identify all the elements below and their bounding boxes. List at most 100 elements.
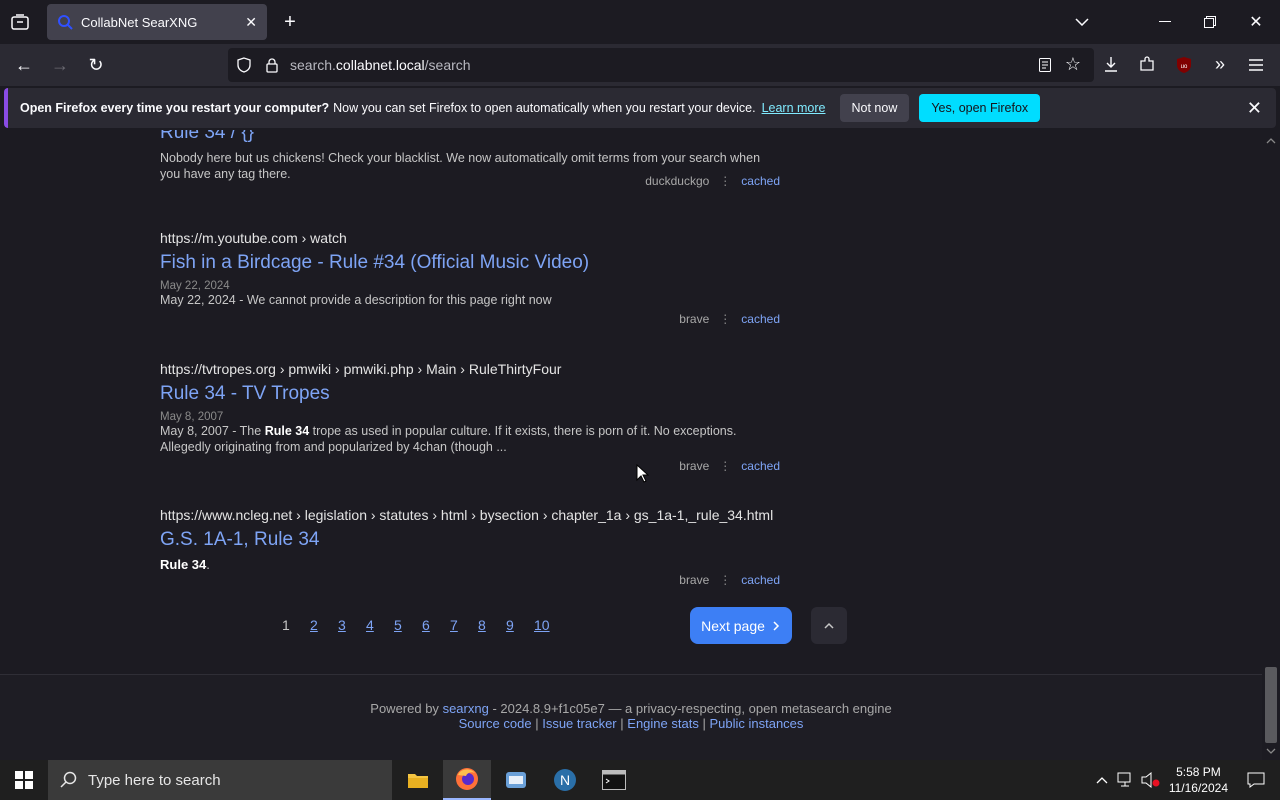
search-icon: [60, 771, 77, 788]
cached-link[interactable]: cached: [741, 573, 780, 587]
result-meta: brave ⋮ cached: [679, 573, 780, 587]
folder-icon: [408, 774, 428, 788]
file-explorer-app[interactable]: [394, 760, 442, 800]
powered-by-text: Powered by: [370, 701, 439, 716]
taskbar-clock[interactable]: 5:58 PM 11/16/2024: [1169, 764, 1228, 796]
network-status[interactable]: [1114, 760, 1138, 800]
result-item: https://m.youtube.com › watch Fish in a …: [160, 230, 780, 330]
result-title[interactable]: Rule 34 - TV Tropes: [160, 383, 780, 405]
url-bar[interactable]: search. collabnet.local/search: [228, 48, 1094, 82]
page-link[interactable]: 3: [338, 617, 366, 633]
taskbar-search-placeholder: Type here to search: [88, 771, 221, 789]
dots-icon: ⋮: [719, 573, 732, 587]
result-date: May 8, 2007: [160, 411, 224, 423]
reader-view-icon[interactable]: [1036, 56, 1054, 74]
result-url[interactable]: https://m.youtube.com › watch: [160, 230, 780, 246]
result-item: https://www.ncleg.net › legislation › st…: [160, 507, 780, 597]
yes-open-firefox-button[interactable]: Yes, open Firefox: [919, 94, 1041, 122]
terminal-app[interactable]: [590, 760, 638, 800]
result-engine: duckduckgo: [645, 174, 710, 188]
back-icon[interactable]: ←: [14, 55, 34, 75]
network-tool-app[interactable]: [492, 760, 540, 800]
notification-close-icon[interactable]: ✕: [1247, 98, 1262, 119]
page-link[interactable]: 4: [366, 617, 394, 633]
next-page-button[interactable]: Next page: [690, 607, 792, 644]
list-all-tabs-icon[interactable]: [1072, 12, 1092, 32]
url-host: collabnet.local: [335, 57, 425, 73]
not-now-button[interactable]: Not now: [839, 94, 910, 122]
navigation-toolbar: ← → ↻ search. collabnet.local/search ☆ uo…: [0, 44, 1280, 86]
page-link[interactable]: 5: [394, 617, 422, 633]
ublock-icon[interactable]: uo: [1174, 55, 1194, 75]
chevron-right-icon: [773, 620, 779, 631]
page-scrollbar[interactable]: [1262, 130, 1280, 760]
result-title[interactable]: G.S. 1A-1, Rule 34: [160, 529, 780, 551]
taskbar-search[interactable]: Type here to search: [48, 760, 392, 800]
start-button[interactable]: [0, 760, 48, 800]
result-description: Rule 34.: [160, 557, 210, 572]
downloads-icon[interactable]: [1102, 55, 1120, 73]
extensions-icon[interactable]: [1138, 55, 1156, 73]
scroll-down-icon[interactable]: [1262, 746, 1280, 756]
back-to-top-button[interactable]: [811, 607, 847, 644]
default-browser-notification: Open Firefox every time you restart your…: [4, 88, 1276, 128]
mouse-cursor-icon: [636, 464, 650, 483]
firefox-app[interactable]: [443, 760, 491, 800]
clock-date: 11/16/2024: [1168, 781, 1228, 795]
terminal-icon: [602, 770, 626, 790]
page-link[interactable]: 10: [534, 617, 562, 633]
show-hidden-icons[interactable]: [1090, 760, 1114, 800]
engine-stats-link[interactable]: Engine stats: [627, 716, 699, 731]
cached-link[interactable]: cached: [741, 174, 780, 188]
bookmark-star-icon[interactable]: ☆: [1063, 54, 1083, 74]
page-link[interactable]: 7: [450, 617, 478, 633]
result-url[interactable]: https://tvtropes.org › pmwiki › pmwiki.p…: [160, 361, 780, 377]
new-tab-icon[interactable]: +: [280, 11, 300, 33]
result-title[interactable]: Rule 34 / {}: [160, 130, 780, 144]
searxng-link[interactable]: searxng: [443, 701, 489, 716]
restore-icon[interactable]: [1200, 12, 1220, 32]
shield-icon[interactable]: [236, 57, 252, 73]
public-instances-link[interactable]: Public instances: [709, 716, 803, 731]
cached-link[interactable]: cached: [741, 312, 780, 326]
window-close-icon[interactable]: ✕: [1246, 12, 1266, 32]
page-link[interactable]: 6: [422, 617, 450, 633]
scroll-up-icon[interactable]: [1262, 136, 1280, 146]
menu-icon[interactable]: [1246, 55, 1266, 75]
result-engine: brave: [679, 312, 710, 326]
volume-status[interactable]: [1138, 760, 1162, 800]
search-results-page: Rule 34 / {} Nobody here but us chickens…: [0, 130, 1262, 760]
notification-icon: [1247, 772, 1265, 788]
tab-list-icon[interactable]: [8, 12, 32, 32]
tab-close-icon[interactable]: ✕: [245, 14, 257, 31]
searxng-favicon-icon: [58, 15, 73, 30]
page-footer: Powered by searxng - 2024.8.9+f1c05e7 — …: [0, 674, 1262, 760]
app-n[interactable]: N: [541, 760, 589, 800]
windows-logo-icon: [15, 771, 33, 789]
forward-icon[interactable]: →: [50, 55, 70, 75]
reload-icon[interactable]: ↻: [86, 55, 106, 75]
page-link[interactable]: 8: [478, 617, 506, 633]
result-url[interactable]: https://www.ncleg.net › legislation › st…: [160, 507, 780, 523]
tab-searxng[interactable]: CollabNet SearXNG ✕: [47, 4, 267, 40]
dots-icon: ⋮: [719, 312, 732, 326]
chevron-up-icon: [824, 622, 834, 629]
lock-icon[interactable]: [264, 57, 280, 73]
source-code-link[interactable]: Source code: [459, 716, 532, 731]
scrollbar-thumb[interactable]: [1265, 667, 1277, 743]
result-title[interactable]: Fish in a Birdcage - Rule #34 (Official …: [160, 252, 780, 274]
more-tools-icon[interactable]: »: [1210, 54, 1230, 74]
tab-title: CollabNet SearXNG: [81, 14, 198, 30]
issue-tracker-link[interactable]: Issue tracker: [542, 716, 616, 731]
pagination: 1 2 3 4 5 6 7 8 9 10: [282, 617, 562, 633]
result-item: https://tvtropes.org › pmwiki › pmwiki.p…: [160, 361, 780, 481]
result-meta: brave ⋮ cached: [679, 459, 780, 473]
browser-titlebar: CollabNet SearXNG ✕ + ✕: [0, 0, 1280, 44]
cached-link[interactable]: cached: [741, 459, 780, 473]
page-link[interactable]: 9: [506, 617, 534, 633]
url-prefix: search.: [290, 57, 336, 73]
notifications-button[interactable]: [1232, 760, 1280, 800]
page-link[interactable]: 2: [310, 617, 338, 633]
minimize-icon[interactable]: [1155, 12, 1175, 32]
learn-more-link[interactable]: Learn more: [762, 101, 826, 115]
